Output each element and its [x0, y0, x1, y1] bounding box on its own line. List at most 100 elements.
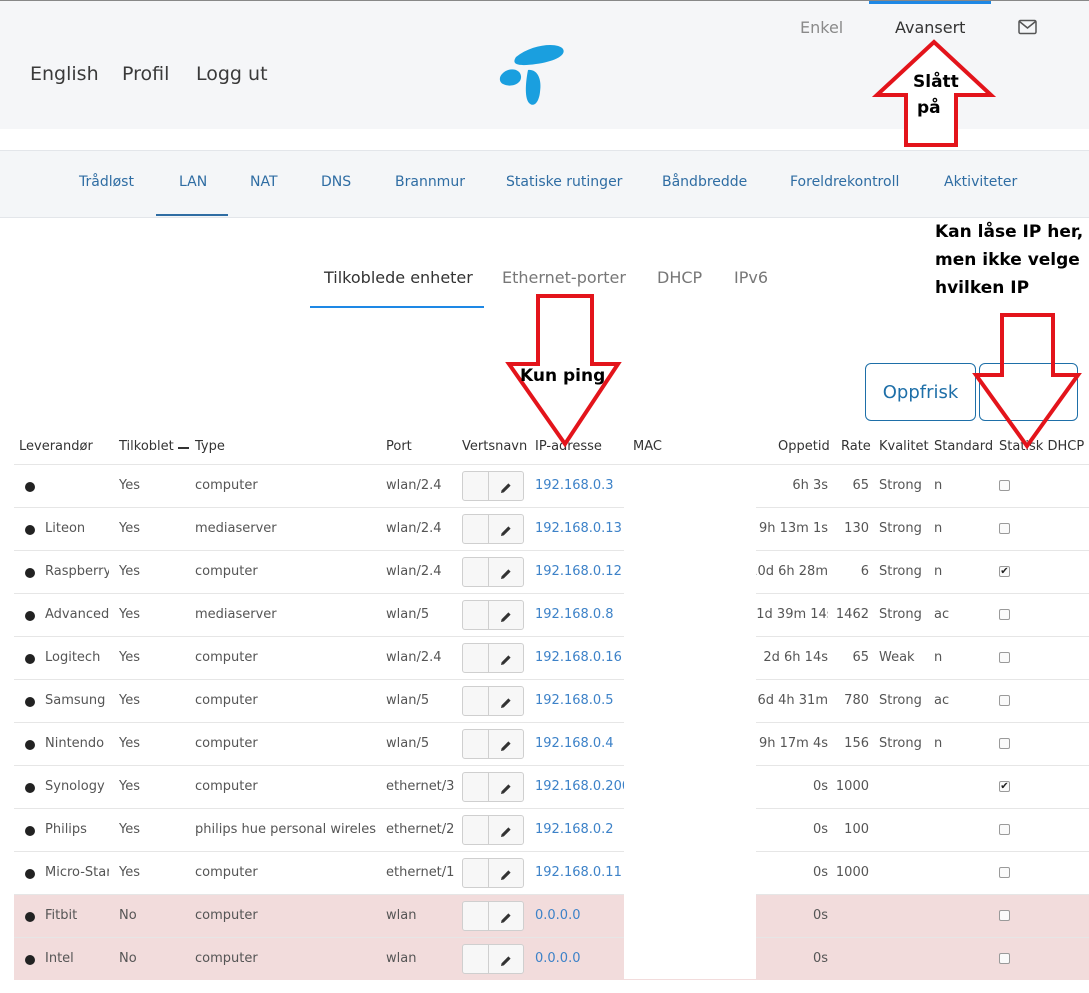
static-dhcp-checkbox[interactable]: ✔ [999, 781, 1010, 792]
refresh-button[interactable]: Oppfrisk [865, 363, 976, 421]
ip-link[interactable]: 192.168.0.5 [535, 693, 614, 708]
static-dhcp-checkbox[interactable] [999, 609, 1010, 620]
static-dhcp-checkbox[interactable] [999, 480, 1010, 491]
pencil-icon[interactable] [500, 780, 512, 799]
port-cell: wlan/5 [386, 736, 430, 751]
nav-parental-control[interactable]: Foreldrekontroll [790, 174, 899, 190]
static-dhcp-checkbox[interactable] [999, 652, 1010, 663]
type-cell: philips hue personal wireless li [195, 822, 376, 837]
hostname-edit-control[interactable] [462, 600, 524, 630]
ip-link[interactable]: 192.168.0.11 [535, 865, 622, 880]
connected-cell: Yes [119, 865, 140, 880]
type-cell: computer [195, 865, 258, 880]
pencil-icon[interactable] [500, 651, 512, 670]
annotation-dhcp-line2: men ikke velge [935, 250, 1080, 270]
hostname-edit-control[interactable] [462, 471, 524, 501]
type-cell: computer [195, 650, 258, 665]
quality-cell: Strong [879, 564, 922, 579]
port-cell: wlan/2.4 [386, 478, 442, 493]
nav-firewall[interactable]: Brannmur [395, 174, 465, 190]
pencil-icon[interactable] [500, 479, 512, 498]
pencil-icon[interactable] [500, 866, 512, 885]
secondary-button[interactable] [979, 363, 1078, 421]
hostname-edit-control[interactable] [462, 901, 524, 931]
ip-link[interactable]: 0.0.0.0 [535, 951, 580, 966]
hostname-edit-control[interactable] [462, 944, 524, 974]
static-dhcp-checkbox[interactable] [999, 738, 1010, 749]
uptime-cell: 0s [812, 779, 828, 794]
quality-cell: Strong [879, 736, 922, 751]
table-row: Raspberry Yes computer wlan/2.4 192.168.0.12… [14, 550, 1089, 593]
hostname-edit-control[interactable] [462, 514, 524, 544]
static-dhcp-checkbox[interactable]: ✔ [999, 566, 1010, 577]
ip-link[interactable]: 192.168.0.16 [535, 650, 622, 665]
hostname-edit-control[interactable] [462, 729, 524, 759]
pencil-icon[interactable] [500, 909, 512, 928]
nav-activities[interactable]: Aktiviteter [944, 174, 1017, 190]
rate-cell: 100 [844, 822, 869, 837]
hostname-edit-control[interactable] [462, 815, 524, 845]
nav-lan[interactable]: LAN [179, 174, 207, 190]
quality-cell: Weak [879, 650, 915, 665]
nav-wireless[interactable]: Trådløst [79, 174, 134, 190]
hostname-edit-control[interactable] [462, 557, 524, 587]
language-link[interactable]: English [30, 63, 99, 85]
pencil-icon[interactable] [500, 737, 512, 756]
ip-link[interactable]: 192.168.0.200 [535, 779, 630, 794]
tab-ipv6[interactable]: IPv6 [734, 268, 768, 287]
logout-link[interactable]: Logg ut [196, 63, 268, 85]
static-dhcp-checkbox[interactable] [999, 953, 1010, 964]
static-dhcp-checkbox[interactable] [999, 695, 1010, 706]
pencil-icon[interactable] [500, 565, 512, 584]
rate-cell: 1462 [835, 607, 869, 622]
type-cell: computer [195, 693, 258, 708]
profile-link[interactable]: Profil [122, 63, 169, 85]
hostname-divider [488, 687, 489, 715]
ip-link[interactable]: 192.168.0.2 [535, 822, 614, 837]
col-header-connected[interactable]: Tilkoblet [119, 439, 174, 454]
pencil-icon[interactable] [500, 952, 512, 971]
standard-cell: n [934, 478, 943, 493]
table-row: Samsung Yes computer wlan/5 192.168.0.5 6d 4h… [14, 679, 1089, 722]
type-cell: computer [195, 736, 258, 751]
static-dhcp-checkbox[interactable] [999, 523, 1010, 534]
annotation-dhcp-line1: Kan låse IP her, [935, 222, 1084, 242]
ip-link[interactable]: 192.168.0.3 [535, 478, 614, 493]
nav-dns[interactable]: DNS [321, 174, 351, 190]
mail-icon[interactable] [1018, 19, 1038, 39]
vendor-cell: Philips [45, 822, 87, 837]
quality-cell: Strong [879, 521, 922, 536]
uptime-cell: 11d 39m 14s [748, 607, 828, 622]
tab-connected-devices[interactable]: Tilkoblede enheter [324, 268, 473, 287]
pencil-icon[interactable] [500, 522, 512, 541]
hostname-edit-control[interactable] [462, 643, 524, 673]
ip-link[interactable]: 192.168.0.13 [535, 521, 622, 536]
sort-indicator-icon[interactable] [178, 447, 189, 449]
mode-advanced-link[interactable]: Avansert [895, 18, 965, 37]
pencil-icon[interactable] [500, 694, 512, 713]
type-cell: computer [195, 908, 258, 923]
nav-nat[interactable]: NAT [250, 174, 278, 190]
uptime-cell: 0s [812, 951, 828, 966]
mode-simple-link[interactable]: Enkel [800, 18, 843, 37]
hostname-edit-control[interactable] [462, 772, 524, 802]
tab-dhcp[interactable]: DHCP [657, 268, 702, 287]
hostname-edit-control[interactable] [462, 858, 524, 888]
ip-link[interactable]: 192.168.0.12 [535, 564, 622, 579]
nav-static-routes[interactable]: Statiske rutinger [506, 174, 622, 190]
telenor-logo [496, 40, 570, 112]
hostname-edit-control[interactable] [462, 686, 524, 716]
port-cell: wlan/2.4 [386, 521, 442, 536]
pencil-icon[interactable] [500, 608, 512, 627]
static-dhcp-checkbox[interactable] [999, 824, 1010, 835]
static-dhcp-checkbox[interactable] [999, 910, 1010, 921]
tab-ethernet-ports[interactable]: Ethernet-porter [502, 268, 626, 287]
nav-bandwidth[interactable]: Båndbredde [662, 174, 747, 190]
standard-cell: n [934, 564, 943, 579]
static-dhcp-checkbox[interactable] [999, 867, 1010, 878]
ip-link[interactable]: 0.0.0.0 [535, 908, 580, 923]
table-row: Micro-Star Yes computer ethernet/1 192.168.0… [14, 851, 1089, 894]
ip-link[interactable]: 192.168.0.8 [535, 607, 614, 622]
ip-link[interactable]: 192.168.0.4 [535, 736, 614, 751]
pencil-icon[interactable] [500, 823, 512, 842]
